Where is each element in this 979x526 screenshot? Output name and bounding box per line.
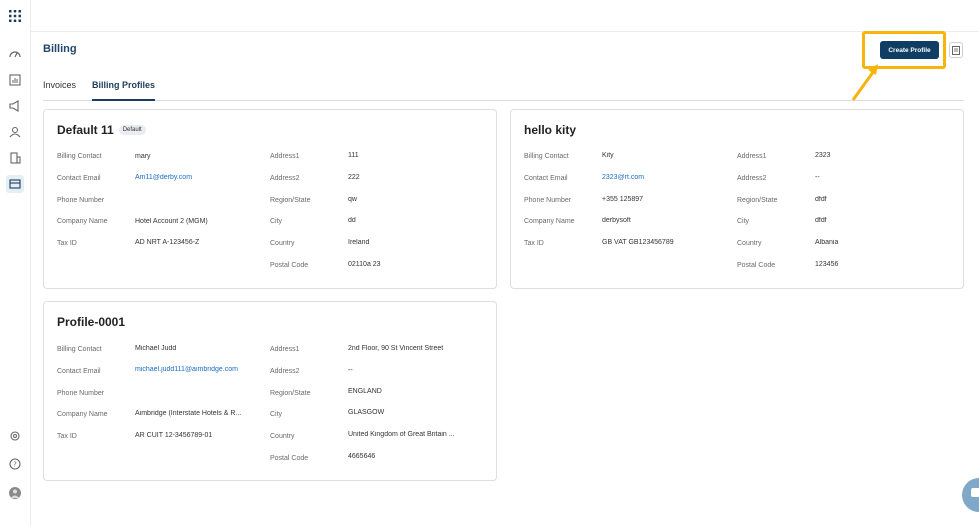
field-value: 4665646 xyxy=(348,453,376,460)
field-value: dfdf xyxy=(815,196,827,203)
field-value: mary xyxy=(135,153,151,160)
field-label: Address1 xyxy=(270,346,300,353)
settings-icon[interactable] xyxy=(6,427,24,445)
field-label: Postal Code xyxy=(270,455,309,462)
field-value: GLASGOW xyxy=(348,409,385,416)
announcement-icon[interactable] xyxy=(6,97,24,115)
field-label: Tax ID xyxy=(57,433,77,440)
field-value: 02110a 23 xyxy=(348,261,381,268)
field-value: +355 125897 xyxy=(602,196,644,203)
field-label: Country xyxy=(270,240,295,247)
dashboard-icon[interactable] xyxy=(6,45,24,63)
field-label: Address2 xyxy=(270,175,300,182)
field-label: Phone Number xyxy=(57,390,105,397)
field-value: qw xyxy=(348,196,357,203)
field-label: Region/State xyxy=(270,390,311,397)
field-label: Billing Contact xyxy=(524,153,569,160)
field-value: United Kingdom of Great Britain ... xyxy=(348,431,455,438)
field-label: City xyxy=(270,218,283,225)
field-label: Company Name xyxy=(57,218,108,225)
field-label: Postal Code xyxy=(270,262,309,269)
field-label: Phone Number xyxy=(524,197,572,204)
annotation-arrow-icon xyxy=(851,64,878,101)
field-label: Address1 xyxy=(270,153,300,160)
field-value: dd xyxy=(348,217,356,224)
field-value: 2nd Floor, 90 St Vincent Street xyxy=(348,345,444,352)
tab-bar: Invoices Billing Profiles xyxy=(43,74,964,101)
field-value: 222 xyxy=(348,174,360,181)
billing-icon[interactable] xyxy=(6,175,24,193)
default-badge: Default xyxy=(118,125,146,135)
field-value: 111 xyxy=(348,152,359,159)
field-label: Phone Number xyxy=(57,197,105,204)
building-icon[interactable] xyxy=(6,149,24,167)
field-value: Ireland xyxy=(348,239,370,246)
field-label: Country xyxy=(737,240,762,247)
document-button[interactable] xyxy=(949,42,963,58)
profile-name: Profile-0001 xyxy=(57,315,126,329)
field-label: Contact Email xyxy=(57,175,101,182)
field-value: Hotel Account 2 (MGM) xyxy=(135,218,208,225)
field-value: 2323 xyxy=(815,152,831,159)
contact-email-link[interactable]: 2323@rt.com xyxy=(602,174,732,181)
avatar[interactable] xyxy=(6,484,24,502)
field-label: Tax ID xyxy=(524,240,544,247)
profile-name: Default 11 xyxy=(57,123,114,137)
analytics-icon[interactable] xyxy=(6,71,24,89)
top-bar xyxy=(31,0,979,32)
billing-profile-card[interactable]: Default 11 Default Billing Contact mary … xyxy=(43,109,497,289)
profile-name: hello kity xyxy=(524,123,577,137)
create-profile-button[interactable]: Create Profile xyxy=(880,41,939,59)
field-value: dfdf xyxy=(815,217,827,224)
billing-profile-card[interactable]: Profile-0001 Billing Contact Michael Jud… xyxy=(43,301,497,481)
field-value: Aimbridge (Interstate Hotels & R... xyxy=(135,410,242,417)
field-label: Address2 xyxy=(270,368,300,375)
field-value: Kity xyxy=(602,152,614,159)
field-label: Company Name xyxy=(524,218,575,225)
field-value: ENGLAND xyxy=(348,388,382,395)
field-value: Michael Judd xyxy=(135,345,177,352)
contact-email-link[interactable]: michael.judd111@aimbridge.com xyxy=(135,366,265,373)
field-label: Address1 xyxy=(737,153,767,160)
field-value: derbysoft xyxy=(602,217,631,224)
field-value: -- xyxy=(815,174,820,181)
chat-launcher-button[interactable] xyxy=(962,478,979,512)
field-label: Contact Email xyxy=(524,175,568,182)
page-title: Billing xyxy=(43,43,77,55)
field-value: -- xyxy=(348,367,353,374)
field-label: Region/State xyxy=(737,197,778,204)
field-value: 123456 xyxy=(815,261,839,268)
users-icon[interactable] xyxy=(6,123,24,141)
document-icon xyxy=(952,45,960,55)
field-label: Billing Contact xyxy=(57,346,102,353)
billing-profile-card[interactable]: hello kity Billing Contact Kity Contact … xyxy=(510,109,964,289)
field-label: Country xyxy=(270,433,295,440)
field-label: Company Name xyxy=(57,411,108,418)
tab-billing-profiles[interactable]: Billing Profiles xyxy=(92,80,156,101)
field-value: AD NRT A-123456-Z xyxy=(135,239,200,246)
tab-invoices[interactable]: Invoices xyxy=(43,80,76,101)
field-value: GB VAT GB123456789 xyxy=(602,239,674,246)
field-label: Billing Contact xyxy=(57,153,102,160)
field-label: Postal Code xyxy=(737,262,776,269)
field-label: Tax ID xyxy=(57,240,77,247)
field-label: Address2 xyxy=(737,175,767,182)
help-icon[interactable]: ? xyxy=(6,455,24,473)
contact-email-link[interactable]: Am11@derby.com xyxy=(135,174,265,181)
field-label: City xyxy=(737,218,750,225)
left-rail: ? xyxy=(0,0,31,526)
field-value: AR CUIT 12-3456789-01 xyxy=(135,432,213,439)
svg-text:?: ? xyxy=(13,461,17,469)
field-label: Region/State xyxy=(270,197,311,204)
field-value: Albania xyxy=(815,239,839,246)
apps-grid-icon[interactable] xyxy=(6,7,24,25)
field-label: City xyxy=(270,411,283,418)
field-label: Contact Email xyxy=(57,368,101,375)
